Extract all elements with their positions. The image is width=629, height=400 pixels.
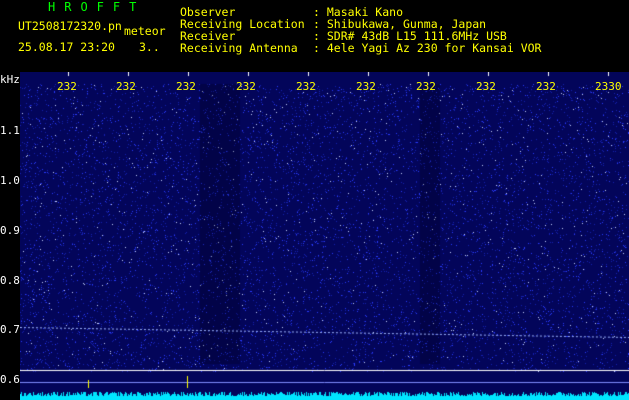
- freq-label-1-1: 1.1: [0, 124, 20, 137]
- time-tick: 232: [416, 80, 436, 93]
- freq-label-0-7: 0.7: [0, 323, 20, 336]
- datetime-label: 25.08.17 23:20: [18, 40, 115, 54]
- spectrogram-plot[interactable]: 232 232 232 232 232 232 232 232 232 2330: [20, 72, 629, 400]
- time-tick: 232: [536, 80, 556, 93]
- unit-label: kHz: [0, 73, 20, 86]
- file-name: UT2508172320.pn: [18, 19, 122, 33]
- spectrogram-canvas: [20, 72, 629, 400]
- time-tick: 232: [296, 80, 316, 93]
- count-label: 3..: [139, 40, 160, 54]
- freq-label-1-0: 1.0: [0, 174, 20, 187]
- time-tick: 232: [176, 80, 196, 93]
- time-tick: 232: [57, 80, 77, 93]
- app-name: HROFFT: [48, 0, 146, 14]
- time-tick: 232: [236, 80, 256, 93]
- freq-label-0-8: 0.8: [0, 274, 20, 287]
- time-tick: 232: [116, 80, 136, 93]
- header-panel: HROFFT UT2508172320.pn meteor 25.08.17 2…: [0, 0, 629, 72]
- freq-label-0-9: 0.9: [0, 224, 20, 237]
- time-tick-final: 2330: [595, 80, 622, 93]
- time-tick: 232: [356, 80, 376, 93]
- antenna-value: : 4ele Yagi Az 230 for Kansai VOR: [313, 41, 542, 55]
- antenna-label: Receiving Antenna: [180, 41, 298, 55]
- time-tick: 232: [476, 80, 496, 93]
- freq-label-0-6: 0.6: [0, 373, 20, 386]
- mode-label: meteor: [124, 24, 166, 38]
